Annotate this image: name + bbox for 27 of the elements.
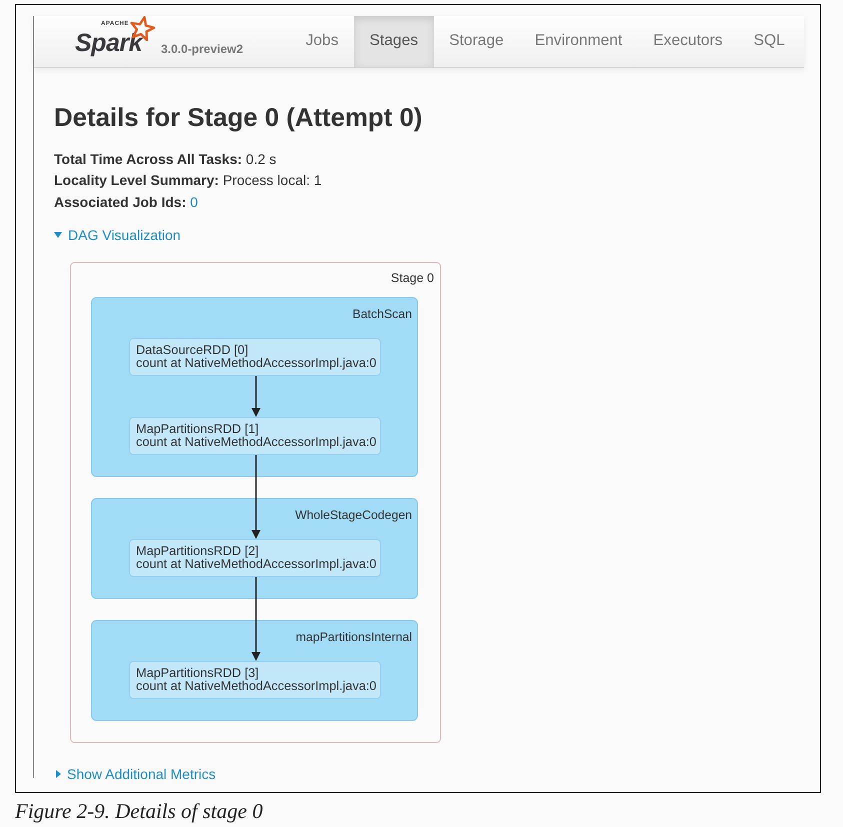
job-id-link[interactable]: 0 [190,194,198,210]
summary-value: Process local: 1 [222,172,322,188]
nav-tab[interactable]: Environment [519,16,638,67]
nav-tab[interactable]: Stages [354,16,434,67]
rdd-node: MapPartitionsRDD [3] count at NativeMethodAccessorImpl.java:0 [129,661,381,700]
dag-visualization-toggle[interactable]: DAG Visualization [54,224,181,246]
nav-tab[interactable]: Executors [638,16,738,67]
figure-caption: Figure 2-9. Details of stage 0 [15,799,263,824]
stage-label: Stage 0 [390,271,434,286]
nav-tab[interactable]: Jobs [290,16,354,67]
logo-wordmark: Spark [75,31,142,56]
page-title: Details for Stage 0 (Attempt 0) [54,103,424,134]
rdd-node: DataSourceRDD [0] count at NativeMethodAccessorImpl.java:0 [129,338,381,376]
summary-label: Associated Job Ids: [54,194,186,210]
summary-label: Total Time Across All Tasks: [54,150,242,167]
edge-arrow [252,376,260,418]
cluster-label: mapPartitionsInternal [296,630,412,644]
show-metrics-toggle[interactable]: Show Additional Metrics [56,763,216,786]
rdd-node: MapPartitionsRDD [2] count at NativeMethodAccessorImpl.java:0 [129,539,381,578]
summary-value: 0.2 s [246,150,276,167]
cluster-label: BatchScan [352,307,412,322]
rdd-node: MapPartitionsRDD [1] count at NativeMethodAccessorImpl.java:0 [129,417,381,456]
version-label: 3.0.0-preview2 [161,43,244,56]
nav-tab[interactable]: SQL [738,16,800,67]
nav-tab[interactable]: Storage [434,16,520,67]
cluster-label: WholeStageCodegen [295,508,412,522]
summary-label: Locality Level Summary: [54,172,219,188]
